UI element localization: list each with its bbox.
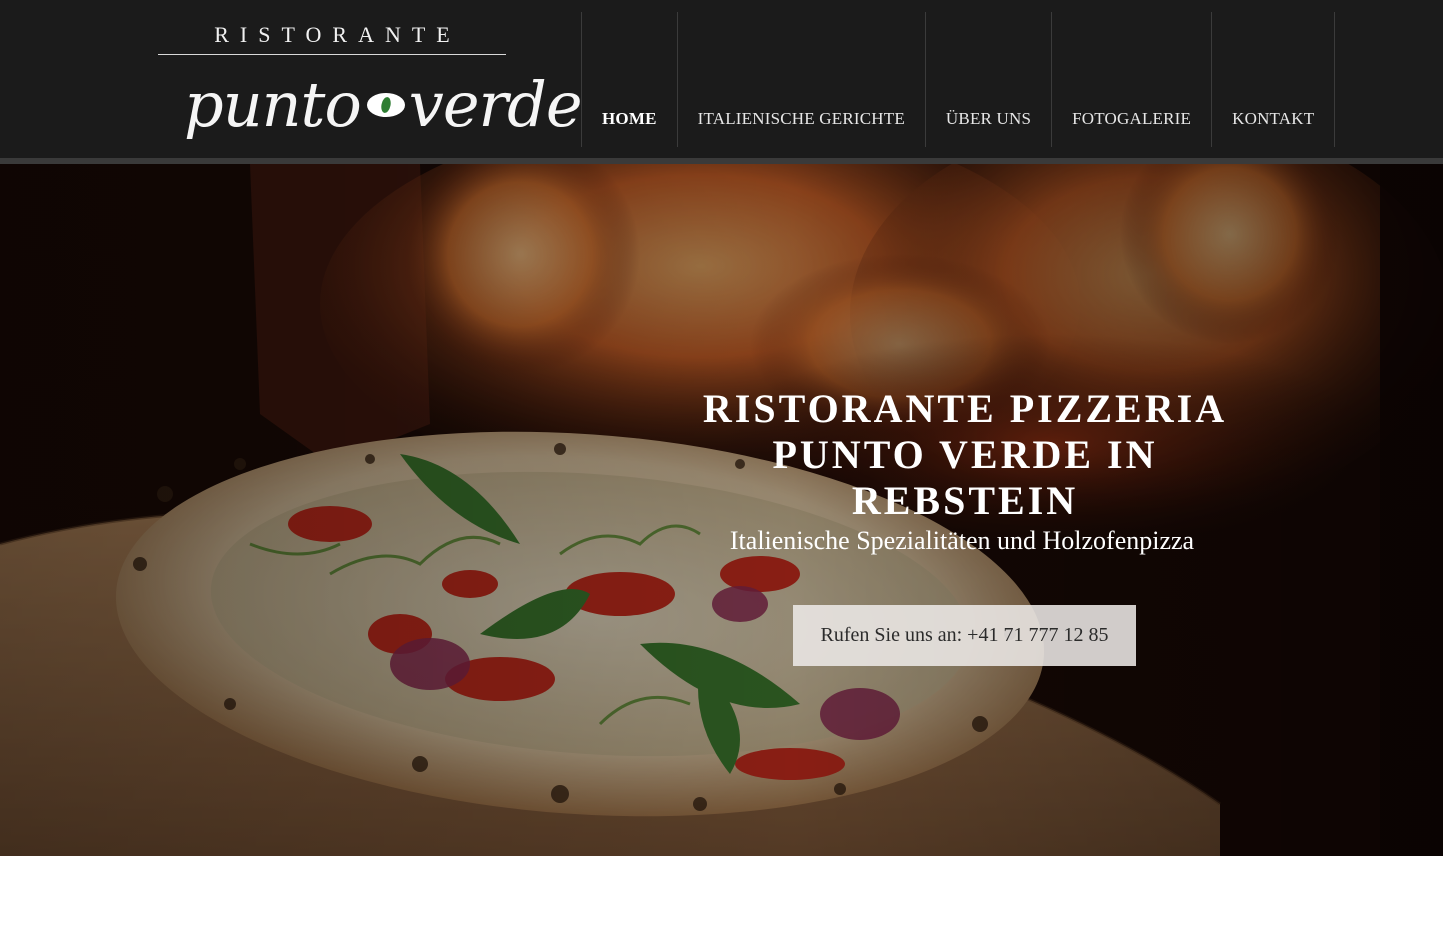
logo-divider bbox=[158, 54, 506, 55]
logo-script: punto verde bbox=[184, 60, 583, 141]
hero-subtitle: Italienische Spezialitäten und Holzofenp… bbox=[729, 526, 1195, 555]
nav-item-italienische-gerichte[interactable]: ITALIENISCHE GERICHTE bbox=[676, 12, 925, 147]
call-us-button-label: Rufen Sie uns an: +41 71 777 12 85 bbox=[820, 624, 1109, 646]
nav-item-fotogalerie[interactable]: FOTOGALERIE bbox=[1051, 12, 1211, 147]
call-us-button[interactable]: Rufen Sie uns an: +41 71 777 12 85 bbox=[793, 605, 1136, 666]
hero-title: RISTORANTE PIZZERIA PUNTO VERDE IN REBST… bbox=[690, 386, 1240, 524]
logo[interactable]: RISTORANTE punto verde bbox=[156, 22, 583, 142]
hero-section: RISTORANTE PIZZERIA PUNTO VERDE IN REBST… bbox=[0, 164, 1443, 856]
hero-title-line-2: PUNTO VERDE IN bbox=[772, 432, 1158, 477]
nav-item-ueber-uns[interactable]: ÜBER UNS bbox=[924, 12, 1051, 147]
site-header: RISTORANTE punto verde HOME ITALIENISCHE … bbox=[0, 0, 1443, 158]
nav-item-kontakt[interactable]: KONTAKT bbox=[1211, 12, 1336, 147]
logo-top-text: RISTORANTE bbox=[214, 22, 461, 47]
olive-dot-icon bbox=[365, 91, 407, 119]
nav-item-home[interactable]: HOME bbox=[581, 12, 677, 147]
hero-title-line-1: RISTORANTE PIZZERIA bbox=[702, 386, 1228, 431]
main-nav: HOME ITALIENISCHE GERICHTE ÜBER UNS FOTO… bbox=[581, 12, 1336, 147]
logo-word-verde: verde bbox=[408, 67, 583, 141]
logo-word-punto: punto bbox=[184, 67, 362, 141]
hero-title-line-3: REBSTEIN bbox=[851, 478, 1079, 523]
